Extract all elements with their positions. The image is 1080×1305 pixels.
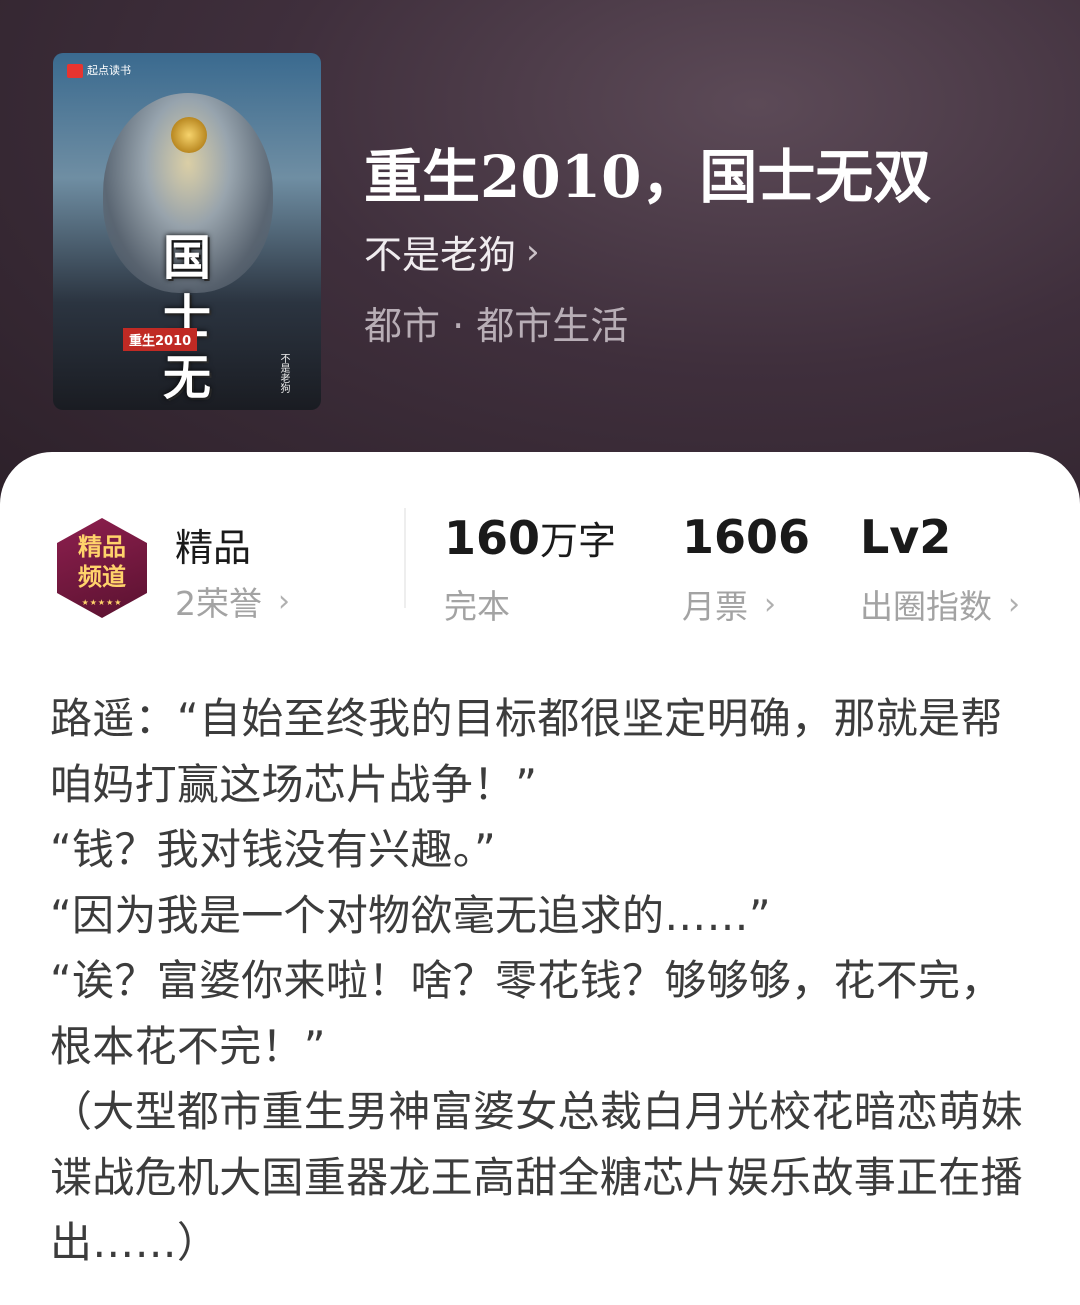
description-paragraph: “因为我是一个对物欲毫无追求的……” [50, 890, 771, 940]
medal-text: 精品频道 [78, 532, 126, 591]
author-name: 不是老狗 [364, 233, 517, 277]
word-count-value: 160 [444, 511, 541, 565]
publisher-badge: 起点读书 [61, 61, 137, 81]
description-paragraph: （大型都市重生男神富婆女总裁白月光校花暗恋萌妹谍战危机大国重器龙王高甜全糖芯片娱… [50, 1087, 1023, 1267]
monthly-votes-value: 1606 [682, 510, 811, 564]
chevron-right-icon: › [526, 231, 540, 272]
genre-label[interactable]: 都市 · 都市生活 [364, 295, 628, 350]
book-title: 重生2010，国士无双 [364, 143, 932, 211]
honor-count: 2荣誉 [175, 584, 262, 623]
cover-author: 不是老狗 [278, 353, 289, 393]
word-count-unit: 万字 [540, 519, 617, 563]
book-description[interactable]: 路遥：“自始至终我的目标都很坚定明确，那就是帮咱妈打赢这场芯片战争！” “钱？我… [50, 686, 1040, 1276]
cover-subtitle: 重生2010 [123, 328, 198, 351]
honor-link[interactable]: 2荣誉 › [175, 577, 290, 625]
publisher-logo-icon [67, 64, 83, 78]
completion-status: 完本 [444, 580, 510, 628]
completion-status-label: 完本 [444, 587, 510, 626]
medal-stars: ★★★★★ [81, 598, 123, 607]
book-cover[interactable]: 起点读书 国士无双 重生2010 不是老狗 [53, 53, 321, 410]
influence-value: Lv2 [860, 510, 952, 564]
crown-illustration [171, 117, 207, 153]
monthly-votes-label: 月票 [682, 587, 748, 626]
stats-divider [404, 508, 406, 608]
author-link[interactable]: 不是老狗 › [364, 224, 540, 279]
monthly-votes-link[interactable]: 月票 › [682, 580, 776, 628]
influence-link[interactable]: 出圈指数 › [860, 580, 1020, 628]
publisher-badge-label: 起点读书 [87, 64, 131, 77]
description-paragraph: 路遥：“自始至终我的目标都很坚定明确，那就是帮咱妈打赢这场芯片战争！” [50, 694, 1003, 809]
chevron-right-icon: › [764, 586, 776, 622]
chevron-right-icon: › [1008, 586, 1020, 622]
channel-label: 精品 [175, 526, 252, 570]
channel-medal-icon[interactable]: 精品频道 ★★★★★ [53, 518, 151, 622]
cover-title: 国士无双 [163, 230, 212, 406]
word-count: 160万字 [444, 510, 616, 565]
influence-label: 出圈指数 [860, 587, 992, 626]
description-paragraph: “钱？我对钱没有兴趣。” [50, 825, 497, 874]
chevron-right-icon: › [278, 583, 290, 619]
description-paragraph: “诶？富婆你来啦！啥？零花钱？够够够，花不完，根本花不完！” [50, 956, 1003, 1071]
